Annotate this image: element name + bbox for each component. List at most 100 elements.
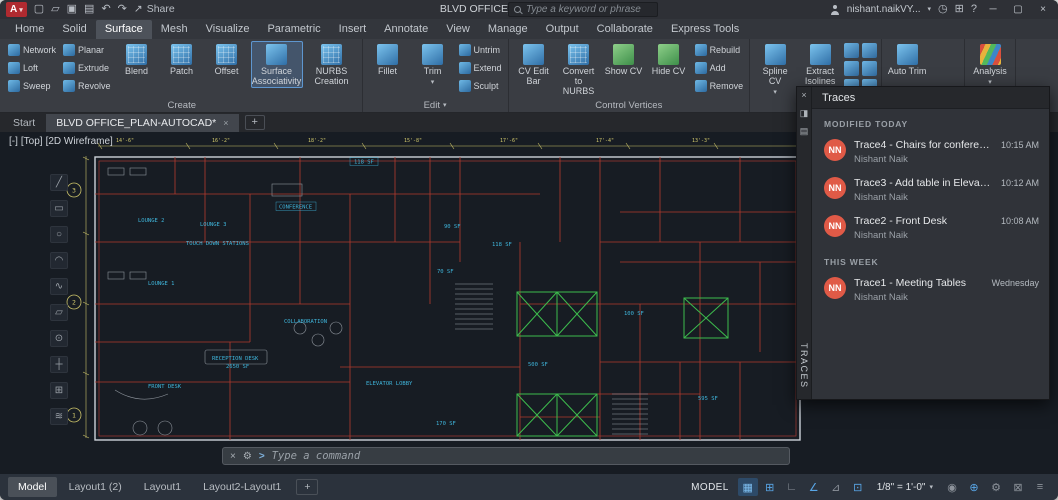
- new-drawing-button[interactable]: +: [245, 115, 265, 130]
- planar-button[interactable]: Planar: [61, 44, 113, 56]
- viewport-visual-style-control[interactable]: [2D Wireframe]: [45, 136, 114, 147]
- tab-annotate[interactable]: Annotate: [375, 20, 437, 39]
- remove-cv-button[interactable]: Remove: [693, 80, 746, 92]
- convert-to-nurbs-button[interactable]: Convert to NURBS: [558, 41, 600, 98]
- isolate-objects-icon[interactable]: ◉: [942, 478, 962, 496]
- save-icon[interactable]: ▣: [67, 4, 77, 15]
- undo-icon[interactable]: ↶: [101, 4, 110, 15]
- hatch-tool-icon[interactable]: ≋: [50, 408, 68, 425]
- spline-cv-button[interactable]: Spline CV▾: [754, 41, 796, 97]
- viewport-view-control[interactable]: [Top]: [20, 136, 44, 147]
- tab-view[interactable]: View: [437, 20, 479, 39]
- point-tool-icon[interactable]: ┼: [50, 356, 68, 373]
- nurbs-creation-toggle[interactable]: NURBS Creation: [306, 41, 358, 88]
- hide-cv-button[interactable]: Hide CV: [648, 41, 690, 78]
- layout-tab-model[interactable]: Model: [8, 477, 57, 497]
- line-tool-icon[interactable]: ╱: [50, 174, 68, 191]
- tab-surface[interactable]: Surface: [96, 20, 152, 39]
- offset-button[interactable]: Offset: [206, 41, 248, 78]
- file-tab-drawing[interactable]: BLVD OFFICE_PLAN-AUTOCAD* ×: [46, 114, 238, 132]
- sculpt-button[interactable]: Sculpt: [457, 80, 504, 92]
- panel-label-edit[interactable]: Edit▾: [367, 99, 504, 112]
- auto-trim-button[interactable]: Auto Trim: [886, 41, 928, 78]
- revolve-button[interactable]: Revolve: [61, 80, 113, 92]
- add-cv-button[interactable]: Add: [693, 62, 746, 74]
- panel-label-control-vertices[interactable]: Control Vertices: [513, 99, 746, 112]
- network-button[interactable]: Network: [6, 44, 58, 56]
- layout-tab-layout2-layout1[interactable]: Layout2-Layout1: [193, 477, 291, 497]
- show-cv-button[interactable]: Show CV: [603, 41, 645, 78]
- tab-manage[interactable]: Manage: [479, 20, 537, 39]
- arc-tool-icon[interactable]: ◠: [50, 252, 68, 269]
- offset-curve-icon[interactable]: [844, 61, 859, 76]
- rectangle-tool-icon[interactable]: ▭: [50, 200, 68, 217]
- tab-express-tools[interactable]: Express Tools: [662, 20, 748, 39]
- search-box[interactable]: Type a keyword or phrase: [508, 2, 658, 17]
- infer-toggle-icon[interactable]: ⊿: [826, 478, 846, 496]
- palette-close-icon[interactable]: ×: [801, 91, 806, 100]
- signed-in-user[interactable]: nishant.naikVY...: [847, 4, 921, 15]
- new-layout-button[interactable]: +: [296, 479, 318, 495]
- palette-menu-icon[interactable]: ▤: [800, 127, 809, 136]
- share-button[interactable]: ↗ Share: [134, 4, 175, 15]
- fillet-button[interactable]: Fillet: [367, 41, 409, 78]
- panel-label-create[interactable]: Create: [6, 99, 358, 112]
- circle-tool-icon[interactable]: ○: [50, 226, 68, 243]
- tab-home[interactable]: Home: [6, 20, 53, 39]
- tab-visualize[interactable]: Visualize: [197, 20, 259, 39]
- notifications-icon[interactable]: ◷: [938, 4, 948, 15]
- command-input-placeholder[interactable]: Type a command: [272, 450, 361, 462]
- tab-parametric[interactable]: Parametric: [258, 20, 329, 39]
- blend-curve-icon[interactable]: [862, 43, 877, 58]
- tab-output[interactable]: Output: [537, 20, 588, 39]
- trace-item[interactable]: NN Trace3 - Add table in Elevator Lobby …: [812, 171, 1049, 209]
- file-tab-start[interactable]: Start: [3, 114, 45, 132]
- clean-screen-icon[interactable]: ⊠: [1008, 478, 1028, 496]
- cv-edit-bar-button[interactable]: CV Edit Bar: [513, 41, 555, 88]
- print-icon[interactable]: ▤: [84, 4, 94, 15]
- tab-insert[interactable]: Insert: [330, 20, 376, 39]
- sweep-button[interactable]: Sweep: [6, 80, 58, 92]
- grid-toggle-icon[interactable]: ▦: [738, 478, 758, 496]
- layout-tab-layout1[interactable]: Layout1: [134, 477, 191, 497]
- untrim-button[interactable]: Untrim: [457, 44, 504, 56]
- analysis-button[interactable]: Analysis▾: [969, 41, 1011, 87]
- layout-tab-layout1-2[interactable]: Layout1 (2): [59, 477, 132, 497]
- rebuild-button[interactable]: Rebuild: [693, 44, 746, 56]
- maximize-button[interactable]: ▢: [1009, 4, 1027, 15]
- ortho-toggle-icon[interactable]: ∟: [782, 478, 802, 496]
- redo-icon[interactable]: ↷: [118, 4, 127, 15]
- patch-button[interactable]: Patch: [161, 41, 203, 78]
- osnap-toggle-icon[interactable]: ⊡: [848, 478, 868, 496]
- open-folder-icon[interactable]: ▱: [51, 4, 59, 15]
- command-customize-icon[interactable]: ⚙: [243, 451, 252, 462]
- app-store-icon[interactable]: ⊞: [955, 4, 964, 15]
- settings-gear-icon[interactable]: ⚙: [986, 478, 1006, 496]
- blend-button[interactable]: Blend: [116, 41, 158, 78]
- annotation-scale-control[interactable]: 1/8" = 1'-0" ▾: [870, 482, 940, 493]
- polygon-tool-icon[interactable]: ▱: [50, 304, 68, 321]
- close-button[interactable]: ×: [1034, 4, 1052, 15]
- spline-tool-icon[interactable]: ∿: [50, 278, 68, 295]
- customization-menu-icon[interactable]: ≡: [1030, 478, 1050, 496]
- trim-button[interactable]: Trim▾: [412, 41, 454, 87]
- new-file-icon[interactable]: ▢: [34, 4, 44, 15]
- donut-tool-icon[interactable]: ⊙: [50, 330, 68, 347]
- polar-toggle-icon[interactable]: ∠: [804, 478, 824, 496]
- snap-toggle-icon[interactable]: ⊞: [760, 478, 780, 496]
- chevron-down-icon[interactable]: ▾: [928, 6, 932, 13]
- annotation-visibility-icon[interactable]: ⊕: [964, 478, 984, 496]
- close-tab-icon[interactable]: ×: [223, 118, 228, 128]
- extrude-button[interactable]: Extrude: [61, 62, 113, 74]
- trace-item[interactable]: NN Trace1 - Meeting Tables Nishant Naik …: [812, 271, 1049, 309]
- command-close-icon[interactable]: ×: [230, 451, 236, 462]
- tab-collaborate[interactable]: Collaborate: [588, 20, 662, 39]
- array-tool-icon[interactable]: ⊞: [50, 382, 68, 399]
- surface-associativity-toggle[interactable]: Surface Associativity: [251, 41, 303, 88]
- command-line[interactable]: × ⚙ > Type a command: [222, 447, 790, 465]
- palette-autohide-icon[interactable]: ◨: [800, 109, 809, 118]
- minimize-button[interactable]: ─: [984, 4, 1002, 15]
- viewport-menu-control[interactable]: [-]: [8, 136, 19, 147]
- edit-spline-icon[interactable]: [862, 61, 877, 76]
- tab-solid[interactable]: Solid: [53, 20, 95, 39]
